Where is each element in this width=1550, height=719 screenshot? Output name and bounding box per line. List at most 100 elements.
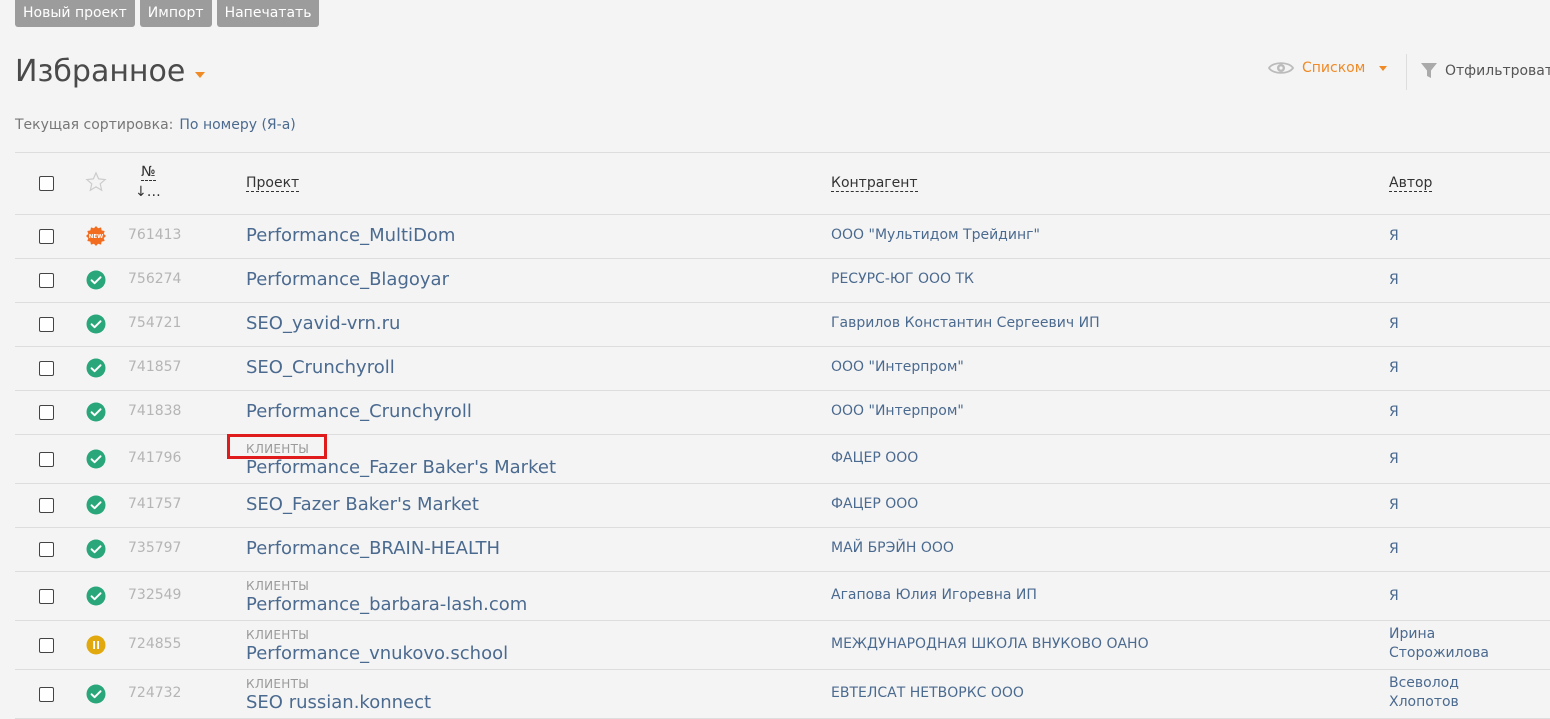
project-cell: КЛИЕНТЫ Performance_vnukovo.school [246,628,508,665]
sort-value-link[interactable]: По номеру (Я-а) [179,117,295,133]
sort-info: Текущая сортировка: По номеру (Я-а) [15,117,296,133]
pause-circle-icon [86,635,106,655]
row-checkbox[interactable] [39,498,54,513]
counterparty-link[interactable]: ООО "Интерпром" [831,403,964,419]
row-checkbox[interactable] [39,405,54,420]
check-circle-icon [86,402,106,422]
project-name-link[interactable]: Performance_Crunchyroll [246,401,472,423]
project-name-link[interactable]: Performance_vnukovo.school [246,643,508,665]
counterparty-link[interactable]: РЕСУРС-ЮГ ООО ТК [831,271,974,287]
project-number: 724732 [128,684,182,701]
table-row[interactable]: 741857 SEO_Crunchyroll ООО "Интерпром" Я [15,347,1550,391]
funnel-icon [1421,63,1437,78]
chevron-down-icon [195,71,206,78]
check-circle-icon [86,314,106,334]
project-cell: Performance_BRAIN-HEALTH [246,538,500,560]
project-name-link[interactable]: Performance_Blagoyar [246,269,449,291]
table-row[interactable]: 741757 SEO_Fazer Baker's Market ФАЦЕР ООО Я [15,484,1550,528]
counterparty-link[interactable]: Агапова Юлия Игоревна ИП [831,587,1037,603]
column-author-header[interactable]: Автор [1389,175,1433,192]
counterparty-link[interactable]: ООО "Мультидом Трейдинг" [831,227,1040,243]
counterparty-link[interactable]: ООО "Интерпром" [831,359,964,375]
counterparty-link[interactable]: ФАЦЕР ООО [831,496,918,512]
project-name-link[interactable]: SEO_Crunchyroll [246,357,395,379]
toolbar: Новый проект Импорт Напечатать [15,0,320,27]
project-name-link[interactable]: Performance_BRAIN-HEALTH [246,538,500,560]
column-project-header[interactable]: Проект [246,175,300,192]
counterparty-link[interactable]: ФАЦЕР ООО [831,450,918,466]
table-row[interactable]: 732549 КЛИЕНТЫ Performance_barbara-lash.co… [15,572,1550,621]
project-number: 754721 [128,315,182,331]
project-number: 732549 [128,586,182,603]
author-link[interactable]: Ирина Сторожилова [1389,625,1499,663]
project-cell: Performance_MultiDom [246,225,455,247]
project-cell: SEO_Crunchyroll [246,357,395,379]
row-checkbox[interactable] [39,542,54,557]
project-number: 724855 [128,635,182,652]
row-checkbox[interactable] [39,588,54,604]
table-row[interactable]: 756274 Performance_Blagoyar РЕСУРС-ЮГ ООО … [15,259,1550,303]
check-circle-icon [86,270,106,290]
row-checkbox[interactable] [39,451,54,467]
project-name-link[interactable]: Performance_barbara-lash.com [246,594,527,616]
author-link[interactable]: Я [1389,315,1399,334]
table-row[interactable]: 724732 КЛИЕНТЫ SEO russian.konnect ЕВТЕЛСАТ… [15,670,1550,719]
new-badge-icon: NEW [86,226,106,246]
project-name-link[interactable]: SEO russian.konnect [246,692,431,714]
author-link[interactable]: Я [1389,496,1399,515]
row-checkbox[interactable] [39,273,54,288]
author-link[interactable]: Я [1389,359,1399,378]
filter-button[interactable]: Отфильтровать [1420,62,1550,80]
counterparty-link[interactable]: МЕЖДУНАРОДНАЯ ШКОЛА ВНУКОВО ОАНО [831,636,1149,652]
select-all-checkbox[interactable] [39,176,54,191]
new-project-button[interactable]: Новый проект [15,0,135,27]
project-number: 741857 [128,359,182,375]
counterparty-link[interactable]: Гаврилов Константин Сергеевич ИП [831,315,1100,331]
highlight-annotation [227,434,327,459]
row-checkbox[interactable] [39,229,54,244]
author-link[interactable]: Я [1389,540,1399,559]
eye-icon [1268,62,1294,74]
table-row[interactable]: 741838 Performance_Crunchyroll ООО "Интерп… [15,391,1550,435]
view-mode-dropdown[interactable]: Списком [1268,60,1388,76]
project-cell: Performance_Blagoyar [246,269,449,291]
row-checkbox[interactable] [39,317,54,332]
column-number-header[interactable]: № [141,164,156,181]
check-circle-icon [86,495,106,515]
project-number: 741838 [128,403,182,419]
author-link[interactable]: Я [1389,450,1399,469]
project-number: 756274 [128,271,182,287]
project-name-link[interactable]: SEO_Fazer Baker's Market [246,494,479,516]
author-link[interactable]: Я [1389,227,1399,246]
row-checkbox[interactable] [39,686,54,702]
table-row[interactable]: 724855 КЛИЕНТЫ Performance_vnukovo.school М… [15,621,1550,670]
author-link[interactable]: Я [1389,271,1399,290]
author-link[interactable]: Всеволод Хлопотов [1389,674,1499,712]
project-name-link[interactable]: SEO_yavid-vrn.ru [246,313,400,335]
author-link[interactable]: Я [1389,403,1399,422]
row-checkbox[interactable] [39,361,54,376]
filter-label: Отфильтровать [1445,63,1550,79]
import-button[interactable]: Импорт [139,0,212,27]
project-name-link[interactable]: Performance_MultiDom [246,225,455,247]
project-category: КЛИЕНТЫ [246,579,310,593]
author-link[interactable]: Я [1389,587,1399,606]
star-icon[interactable] [85,171,107,193]
sort-direction-indicator[interactable]: ↓… [135,184,161,200]
chevron-down-icon [1379,65,1388,71]
page-title-dropdown[interactable]: Избранное [15,54,206,89]
project-category: КЛИЕНТЫ [246,677,310,691]
page-title: Избранное [15,54,186,89]
row-checkbox[interactable] [39,637,54,653]
table-row[interactable]: 754721 SEO_yavid-vrn.ru Гаврилов Константи… [15,303,1550,347]
project-name-link[interactable]: Performance_Fazer Baker's Market [246,457,556,479]
table-row[interactable]: 735797 Performance_BRAIN-HEALTH МАЙ БРЭЙН … [15,528,1550,572]
counterparty-link[interactable]: МАЙ БРЭЙН ООО [831,540,954,556]
project-cell: КЛИЕНТЫ SEO russian.konnect [246,677,431,714]
counterparty-link[interactable]: ЕВТЕЛСАТ НЕТВОРКС ООО [831,685,1024,701]
table-row[interactable]: NEW 761413 Performance_MultiDom ООО "Мульти… [15,215,1550,259]
view-mode-label: Списком [1302,60,1366,76]
print-button[interactable]: Напечатать [216,0,320,27]
column-counterparty-header[interactable]: Контрагент [831,175,918,192]
check-circle-icon [86,449,106,469]
